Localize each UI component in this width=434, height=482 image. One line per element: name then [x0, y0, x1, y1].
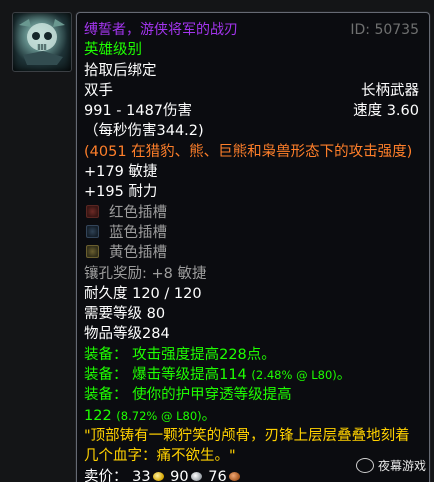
blue-socket-icon: [86, 224, 99, 238]
item-speed: 速度 3.60: [353, 103, 419, 120]
equip-text-cont: 122: [84, 407, 117, 424]
item-tooltip: 缚誓者，游侠将军的战刃 ID: 50735 英雄级别 拾取后绑定 双手 长柄武器…: [76, 12, 430, 482]
equip-effect-3: 装备： 使你的护甲穿透等级提高: [84, 385, 423, 405]
item-icon-art: [19, 19, 65, 65]
item-title-row: 缚誓者，游侠将军的战刃 ID: 50735: [84, 20, 423, 40]
socket-bonus: 镶孔奖励: +8 敏捷: [84, 265, 207, 282]
equip-text: 爆击等级提高114: [132, 367, 252, 384]
equip-note: (2.48% @ L80): [251, 368, 337, 383]
equip-prefix: 装备：: [84, 367, 128, 384]
watermark-text: 夜幕游戏: [377, 459, 426, 473]
equip-suffix: 。: [336, 367, 352, 384]
sell-copper-value: 76: [208, 468, 227, 482]
equip-text: 使你的护甲穿透等级提高: [132, 387, 292, 404]
socket-yellow: 黄色插槽: [84, 243, 423, 263]
copper-coin-icon: [228, 471, 240, 481]
sell-silver-value: 90: [170, 468, 189, 482]
equip-effect-1: 装备： 攻击强度提高228点。: [84, 345, 423, 365]
watermark-logo-icon: [355, 458, 374, 473]
screenshot-page: 缚誓者，游侠将军的战刃 ID: 50735 英雄级别 拾取后绑定 双手 长柄武器…: [0, 0, 434, 482]
socket-red: 红色插槽: [84, 203, 423, 223]
item-binding: 拾取后绑定: [84, 62, 157, 79]
item-slot-row: 双手 长柄武器: [84, 81, 423, 101]
silver-coin-icon: [190, 471, 202, 481]
yellow-socket-icon: [86, 245, 99, 259]
socket-blue: 蓝色插槽: [84, 223, 423, 243]
item-damage: 991 - 1487伤害: [84, 103, 193, 120]
item-level: 物品等级284: [84, 326, 170, 343]
equip-effect-2: 装备： 爆击等级提高114 (2.48% @ L80)。: [84, 365, 423, 385]
equip-note: (8.72% @ L80): [116, 408, 202, 423]
equip-suffix: 。: [201, 407, 217, 424]
watermark: 夜幕游戏: [355, 457, 426, 474]
gold-coin-icon: [152, 471, 164, 481]
item-slot: 双手: [84, 82, 113, 99]
stat-agility: +179 敏捷: [84, 164, 158, 181]
flavor-text-line-1: "顶部铸有一颗狞笑的颅骨，刃锋上层层叠叠地刻着: [84, 427, 410, 444]
equip-prefix: 装备：: [84, 346, 128, 363]
item-name[interactable]: 缚誓者，游侠将军的战刃: [84, 22, 238, 38]
socket-yellow-label: 黄色插槽: [109, 245, 167, 262]
red-socket-icon: [86, 204, 99, 218]
item-type: 长柄武器: [361, 82, 419, 99]
socket-red-label: 红色插槽: [109, 204, 167, 221]
item-quality: 英雄级别: [84, 42, 142, 59]
equip-text: 攻击强度提高228点。: [132, 346, 276, 363]
item-durability: 耐久度 120 / 120: [84, 285, 202, 302]
item-required-level: 需要等级 80: [84, 306, 166, 323]
equip-effect-3-cont: 122 (8.72% @ L80)。: [84, 406, 423, 426]
polearm-skull-icon[interactable]: [12, 12, 72, 72]
item-dps: （每秒伤害344.2): [84, 123, 204, 140]
item-damage-row: 991 - 1487伤害 速度 3.60: [84, 101, 423, 121]
equip-prefix: 装备：: [84, 387, 128, 404]
stat-stamina: +195 耐力: [84, 184, 158, 201]
socket-blue-label: 蓝色插槽: [109, 224, 167, 241]
item-id: ID: 50735: [350, 22, 419, 38]
sell-gold-value: 33: [132, 468, 151, 482]
sell-price-label: 卖价：: [84, 468, 128, 482]
item-feral-ap: (4051 在猎豹、熊、巨熊和枭兽形态下的攻击强度): [84, 143, 413, 160]
